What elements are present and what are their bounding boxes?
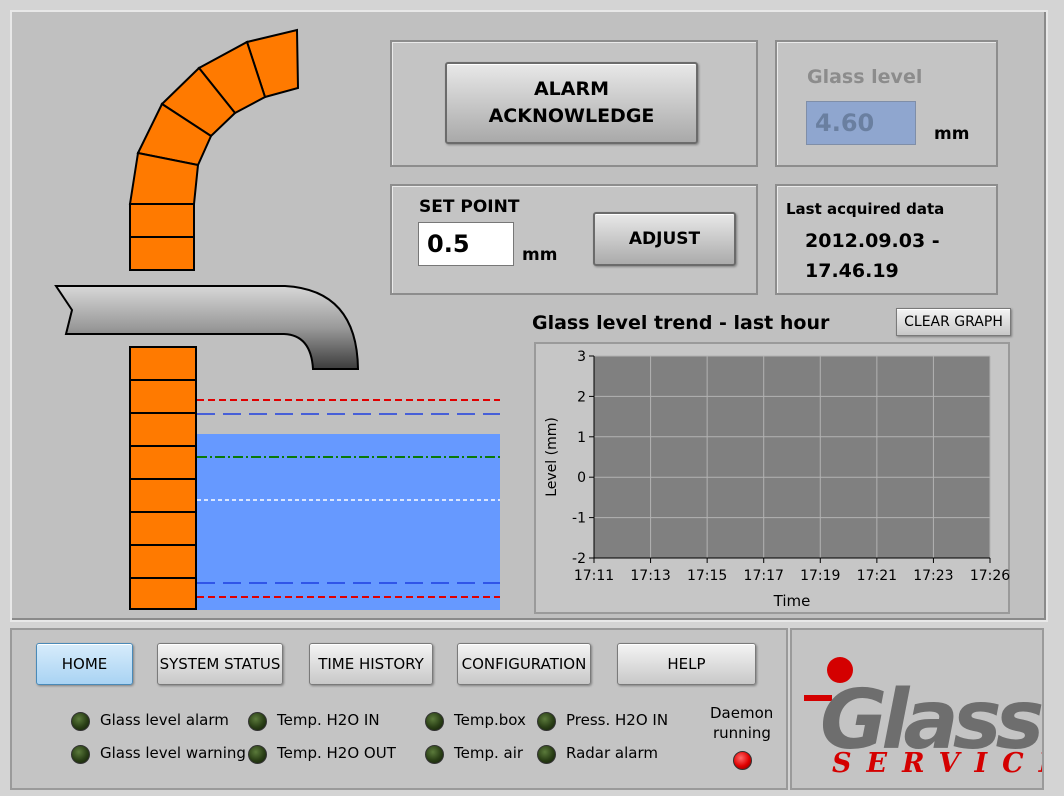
time-history-nav-button[interactable]: TIME HISTORY bbox=[309, 643, 433, 685]
set-point-label: SET POINT bbox=[419, 197, 520, 217]
daemon-running-led bbox=[733, 751, 752, 770]
indicator-label: Temp. air bbox=[454, 744, 524, 762]
alarm-button-line1: ALARM bbox=[533, 78, 610, 100]
logo-sub: SERVICE bbox=[832, 748, 1042, 779]
glass-service-logo: Glass SERVICE bbox=[804, 657, 1042, 779]
alarm-button-line2: ACKNOWLEDGE bbox=[488, 105, 655, 127]
set-point-input[interactable]: 0.5 bbox=[418, 222, 514, 266]
adjust-button-label: ADJUST bbox=[628, 229, 701, 249]
last-acquired-date: 2012.09.03 - bbox=[805, 230, 940, 252]
furnace-wall bbox=[129, 346, 197, 610]
x-tick-label: 17:17 bbox=[744, 568, 784, 584]
indicator-label: Radar alarm bbox=[566, 744, 658, 762]
glass-level-display: 4.60 bbox=[806, 101, 916, 145]
indicator-led bbox=[425, 712, 444, 731]
system-status-nav-label: SYSTEM STATUS bbox=[159, 655, 281, 673]
time-history-nav-label: TIME HISTORY bbox=[318, 655, 424, 673]
indicator-led bbox=[248, 712, 267, 731]
home-nav-button[interactable]: HOME bbox=[36, 643, 133, 685]
indicator-led bbox=[71, 712, 90, 731]
indicator-led bbox=[248, 745, 267, 764]
glass-level-chart: 3 2 1 0 -1 -217:11 17:13 17:15 17:17 17:19 17:21 17… bbox=[544, 349, 1010, 610]
alarm-acknowledge-button[interactable]: ALARM ACKNOWLEDGE bbox=[445, 62, 698, 144]
wall-brick bbox=[129, 412, 197, 447]
indicator-label: Glass level warning bbox=[100, 744, 246, 762]
wall-brick bbox=[129, 577, 197, 610]
wall-brick bbox=[129, 544, 197, 579]
indicator-label: Temp. H2O OUT bbox=[277, 744, 396, 762]
x-tick-label: 17:21 bbox=[857, 568, 897, 584]
x-tick-label: 17:19 bbox=[800, 568, 840, 584]
y-tick-label: -2 bbox=[572, 551, 586, 567]
daemon-label-line1: Daemon bbox=[710, 704, 774, 722]
glass-bath bbox=[197, 434, 500, 610]
glass-feed-pipe bbox=[54, 285, 360, 370]
y-tick-label: -1 bbox=[572, 511, 586, 527]
x-tick-label: 17:13 bbox=[630, 568, 670, 584]
set-point-unit: mm bbox=[522, 245, 558, 265]
wall-brick bbox=[129, 445, 197, 480]
indicator-led bbox=[537, 745, 556, 764]
glass-level-label: Glass level bbox=[807, 66, 923, 88]
indicator-label: Press. H2O IN bbox=[566, 711, 669, 729]
y-tick-label: 2 bbox=[577, 389, 586, 405]
configuration-nav-button[interactable]: CONFIGURATION bbox=[457, 643, 591, 685]
indicator-label: Temp. H2O IN bbox=[277, 711, 380, 729]
graph-title: Glass level trend - last hour bbox=[532, 312, 830, 334]
clear-graph-label: CLEAR GRAPH bbox=[904, 314, 1003, 330]
x-tick-label: 17:26 bbox=[970, 568, 1010, 584]
wall-brick bbox=[129, 478, 197, 513]
adjust-button[interactable]: ADJUST bbox=[593, 212, 736, 266]
x-axis-label: Time bbox=[773, 592, 811, 610]
y-tick-label: 1 bbox=[577, 430, 586, 446]
arch-brick bbox=[129, 236, 195, 271]
system-status-nav-button[interactable]: SYSTEM STATUS bbox=[157, 643, 283, 685]
furnace-arch bbox=[128, 28, 300, 271]
help-nav-button[interactable]: HELP bbox=[617, 643, 756, 685]
indicator-led bbox=[537, 712, 556, 731]
help-nav-label: HELP bbox=[667, 655, 706, 673]
daemon-label-line2: running bbox=[713, 724, 771, 742]
wall-brick bbox=[129, 379, 197, 414]
home-nav-label: HOME bbox=[61, 655, 108, 673]
x-tick-label: 17:11 bbox=[574, 568, 614, 584]
wall-brick bbox=[129, 511, 197, 546]
clear-graph-button[interactable]: CLEAR GRAPH bbox=[896, 308, 1011, 336]
y-tick-label: 0 bbox=[577, 470, 586, 486]
y-tick-label: 3 bbox=[577, 349, 586, 365]
indicator-led bbox=[425, 745, 444, 764]
last-acquired-time: 17.46.19 bbox=[805, 260, 899, 282]
set-point-value: 0.5 bbox=[427, 230, 470, 258]
plot-area bbox=[594, 356, 990, 558]
y-axis-label: Level (mm) bbox=[544, 417, 560, 497]
glass-level-unit: mm bbox=[934, 124, 970, 144]
indicator-led bbox=[71, 745, 90, 764]
x-tick-label: 17:23 bbox=[913, 568, 953, 584]
indicator-label: Glass level alarm bbox=[100, 711, 229, 729]
wall-brick bbox=[129, 346, 197, 381]
glass-level-value: 4.60 bbox=[815, 109, 875, 137]
indicator-label: Temp.box bbox=[454, 711, 526, 729]
last-acquired-label: Last acquired data bbox=[786, 200, 945, 218]
x-tick-label: 17:15 bbox=[687, 568, 727, 584]
configuration-nav-label: CONFIGURATION bbox=[461, 655, 587, 673]
arch-brick bbox=[129, 203, 195, 238]
